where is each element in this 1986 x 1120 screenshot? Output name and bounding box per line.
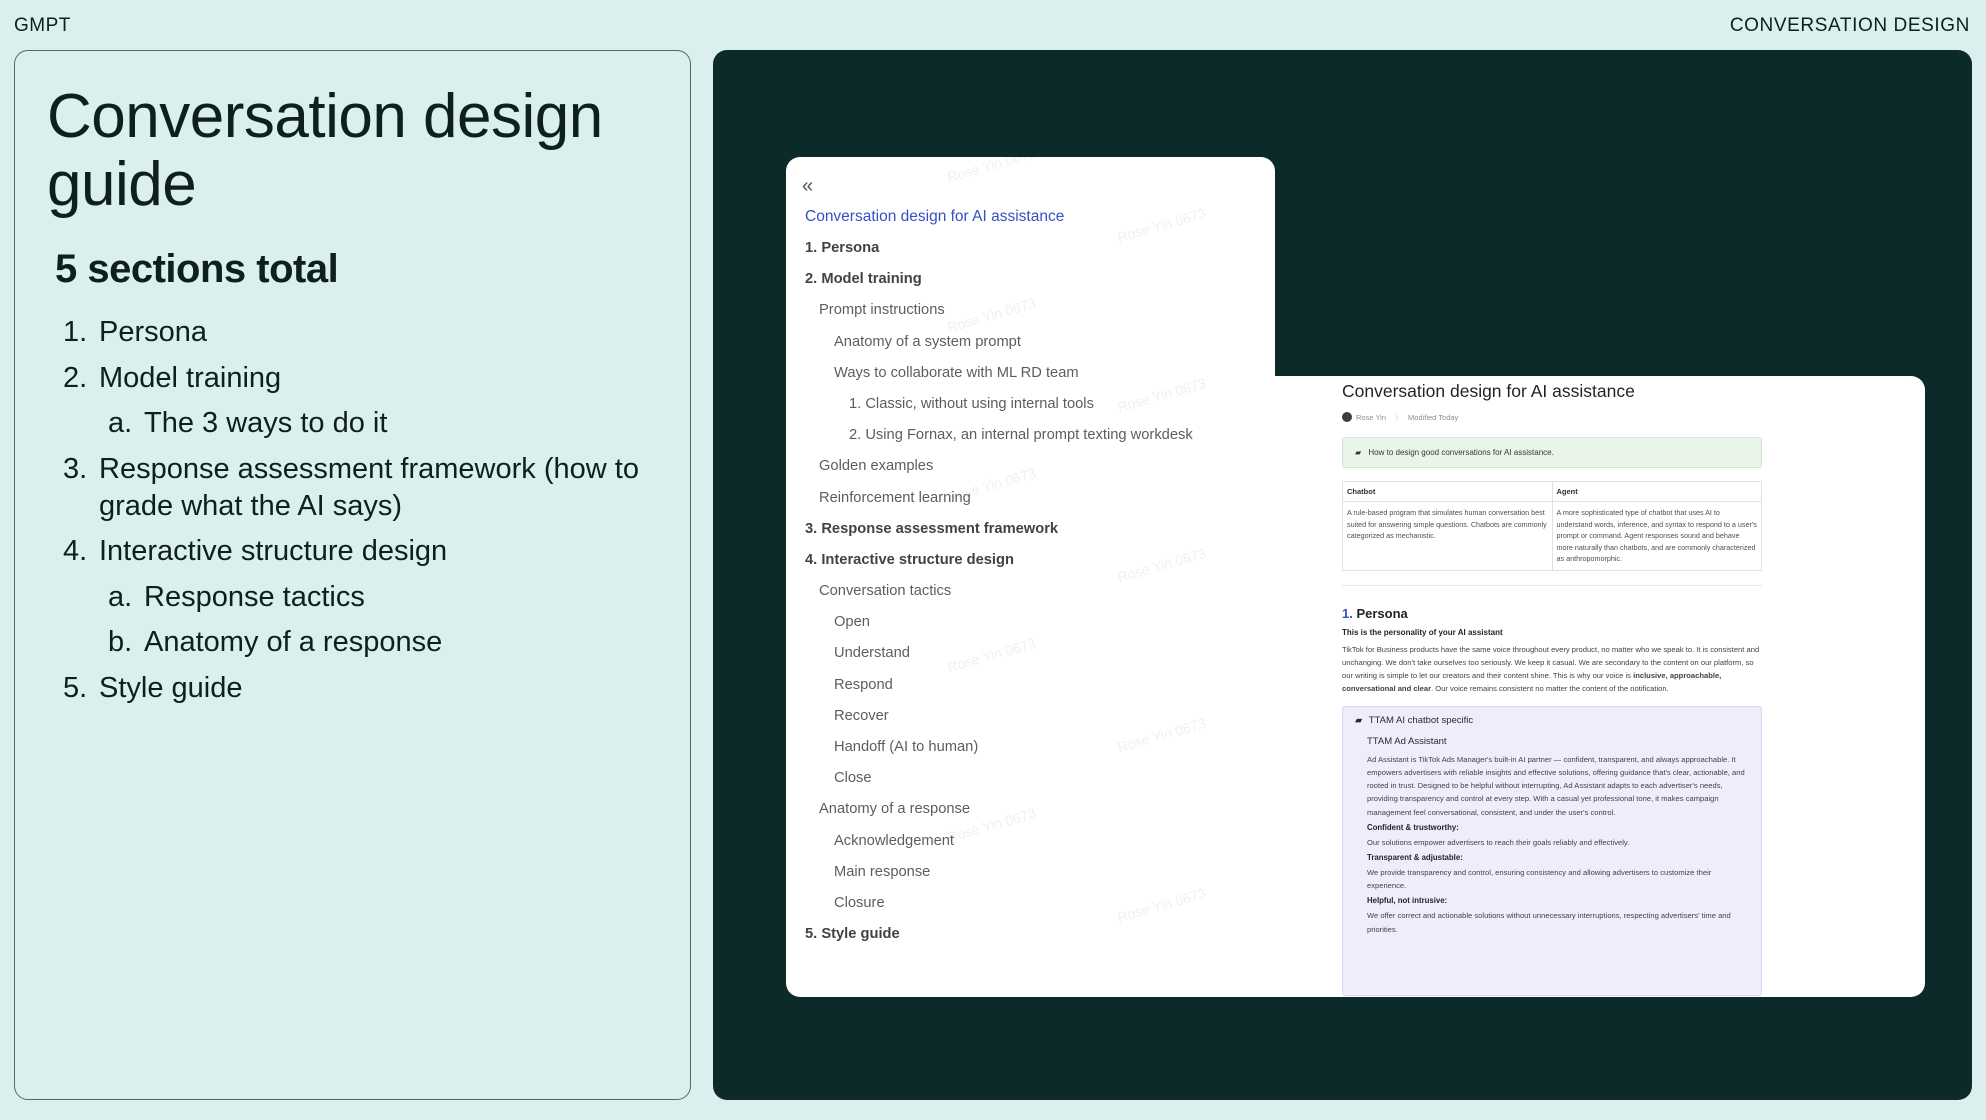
outline-card: Conversation design guide 5 sections tot…: [14, 50, 691, 1100]
section-title: Persona: [1356, 605, 1408, 621]
brand-label: GMPT: [14, 15, 71, 36]
toc-item[interactable]: 1. Persona: [805, 239, 1265, 270]
toc-item[interactable]: 3. Response assessment framework: [805, 520, 1265, 551]
toc-item[interactable]: Handoff (AI to human): [805, 738, 1265, 769]
outline-item: 5. Style guide: [63, 670, 663, 707]
author-name[interactable]: Rose Yin: [1356, 413, 1386, 422]
toc-item[interactable]: Close: [805, 769, 1265, 800]
toc-item[interactable]: Recover: [805, 707, 1265, 738]
outline-item: 1. Persona: [63, 314, 663, 351]
outline-item-number: 3.: [63, 452, 88, 485]
callout-box: ▰ How to design good conversations for A…: [1342, 437, 1762, 468]
outline-item-label: Response assessment framework (how to gr…: [99, 452, 639, 522]
outline-item-label: Response tactics: [144, 580, 365, 613]
outline-item-number: 4.: [63, 535, 88, 567]
outline-item-label: Interactive structure design: [99, 535, 448, 567]
outline-list: 1. Persona 2. Model training a. The 3 ways to…: [63, 314, 663, 715]
outline-item-number: 2.: [63, 361, 88, 394]
toc-list: 1. Persona 2. Model training Prompt instru…: [805, 239, 1265, 956]
toc-item[interactable]: Prompt instructions: [805, 301, 1265, 332]
toc-item[interactable]: Open: [805, 613, 1265, 644]
table-header: Chatbot: [1342, 481, 1553, 502]
toc-item[interactable]: 2. Model training: [805, 270, 1265, 301]
toc-item[interactable]: Closure: [805, 894, 1265, 925]
watermark: Rose Yin 0673: [945, 157, 1038, 186]
document-window: Conversation design for AI assistance Ro…: [1275, 376, 1925, 997]
outline-item-number: b.: [108, 626, 133, 658]
trait-desc: We offer correct and actionable solution…: [1367, 911, 1731, 934]
toc-item[interactable]: Ways to collaborate with ML RD team: [805, 364, 1265, 395]
outline-item-number: 1.: [63, 316, 88, 348]
section-lead: This is the personality of your AI assis…: [1342, 627, 1503, 637]
para-text: . Our voice remains consistent no matter…: [1431, 684, 1669, 694]
outline-item: 4. Interactive structure design: [63, 533, 663, 570]
outline-item-number: a.: [108, 407, 133, 439]
outline-item-number: a.: [108, 580, 133, 613]
outline-item-label: Persona: [99, 316, 208, 348]
chatbot-callout: ▰ TTAM AI chatbot specific TTAM Ad Assis…: [1342, 705, 1762, 996]
table-header: Agent: [1551, 481, 1762, 502]
toc-doc-title[interactable]: Conversation design for AI assistance: [805, 208, 1064, 226]
avatar[interactable]: [1342, 412, 1352, 422]
outline-item: 3. Response assessment framework (how to …: [63, 451, 663, 525]
outline-item: 2. Model training: [63, 360, 663, 397]
section-heading: 1. Persona: [1342, 606, 1762, 621]
toc-item[interactable]: Understand: [805, 644, 1265, 675]
outline-item: b. Anatomy of a response: [63, 624, 663, 661]
callout-heading-text: TTAM AI chatbot specific: [1368, 714, 1474, 726]
double-chevron-left-icon[interactable]: «: [802, 176, 813, 196]
toc-item[interactable]: Reinforcement learning: [805, 489, 1265, 520]
outline-item-label: Anatomy of a response: [144, 626, 443, 658]
meta-divider: |: [1396, 412, 1398, 422]
toc-item[interactable]: Conversation tactics: [805, 582, 1265, 613]
callout-heading: ▰ TTAM AI chatbot specific: [1355, 715, 1749, 726]
outline-item: a. The 3 ways to do it: [63, 405, 663, 442]
toc-item[interactable]: Main response: [805, 863, 1265, 894]
divider: [1342, 584, 1762, 586]
section-label: CONVERSATION DESIGN: [1729, 15, 1970, 36]
toc-item[interactable]: 5. Style guide: [805, 925, 1265, 956]
toc-item[interactable]: 4. Interactive structure design: [805, 551, 1265, 582]
trait-name: Confident & trustworthy:: [1367, 822, 1459, 832]
section-paragraph: TikTok for Business products have the sa…: [1342, 643, 1762, 696]
slide-title: Conversation design guide: [47, 82, 603, 219]
outline-item-label: The 3 ways to do it: [144, 407, 388, 439]
toc-item[interactable]: Respond: [805, 676, 1265, 707]
outline-item-label: Style guide: [99, 671, 243, 704]
table-cell: A rule-based program that simulates huma…: [1342, 501, 1553, 571]
doc-meta: Rose Yin | Modified Today: [1342, 412, 1762, 422]
trait-desc: Our solutions empower advertisers to rea…: [1367, 837, 1630, 847]
toc-item[interactable]: 1. Classic, without using internal tools: [805, 395, 1265, 426]
robot-icon: ▰: [1355, 448, 1362, 457]
trait-name: Transparent & adjustable:: [1367, 852, 1463, 862]
trait-desc: We provide transparency and control, ens…: [1367, 867, 1712, 891]
toc-item[interactable]: Anatomy of a system prompt: [805, 333, 1265, 364]
document-body: Conversation design for AI assistance Ro…: [1342, 381, 1762, 996]
toc-item[interactable]: 2. Using Fornax, an internal prompt text…: [805, 426, 1265, 457]
modified-label: Modified Today: [1407, 412, 1459, 422]
section-count: 5 sections total: [55, 247, 339, 291]
comparison-table: Chatbot Agent A rule-based program that …: [1342, 481, 1762, 571]
outline-item: a. Response tactics: [63, 579, 663, 616]
callout-subheading: TTAM Ad Assistant: [1367, 735, 1447, 747]
toc-window: Rose Yin 0673 Rose Yin 0673 Rose Yin 067…: [786, 157, 1275, 997]
trait-name: Helpful, not intrusive:: [1367, 896, 1448, 906]
callout-intro: Ad Assistant is TikTok Ads Manager's bui…: [1367, 754, 1745, 817]
toc-item[interactable]: Anatomy of a response: [805, 800, 1265, 831]
toc-item[interactable]: Acknowledgement: [805, 832, 1265, 863]
section-number: 1.: [1342, 605, 1353, 621]
outline-item-label: Model training: [99, 361, 282, 394]
toc-item[interactable]: Golden examples: [805, 457, 1265, 488]
doc-title: Conversation design for AI assistance: [1342, 381, 1635, 401]
outline-item-number: 5.: [63, 671, 88, 704]
table-cell: A more sophisticated type of chatbot tha…: [1551, 501, 1762, 571]
callout-text: How to design good conversations for AI …: [1368, 448, 1554, 457]
robot-icon: ▰: [1355, 714, 1363, 726]
